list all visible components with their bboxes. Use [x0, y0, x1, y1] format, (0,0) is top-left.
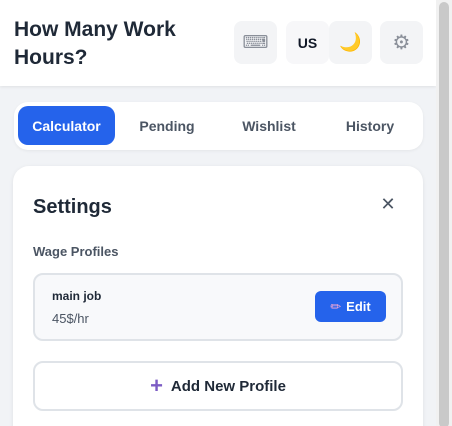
language-button[interactable]: US: [286, 21, 329, 64]
settings-title: Settings: [33, 196, 112, 218]
tab-pending[interactable]: Pending: [122, 106, 212, 145]
add-new-profile-button[interactable]: + Add New Profile: [33, 361, 403, 411]
wage-profiles-label: Wage Profiles: [33, 244, 119, 259]
app-title: How Many Work Hours?: [14, 18, 176, 69]
keyboard-button[interactable]: ⌨: [234, 21, 277, 64]
theme-toggle-button[interactable]: 🌙: [329, 21, 372, 64]
tab-wishlist[interactable]: Wishlist: [224, 106, 314, 145]
close-icon[interactable]: ✕: [377, 193, 399, 215]
settings-button[interactable]: ⚙: [380, 21, 423, 64]
edit-label: Edit: [346, 299, 371, 314]
settings-panel: Settings ✕ Wage Profiles main job 45$/hr…: [13, 166, 423, 426]
add-profile-label: Add New Profile: [170, 377, 286, 395]
tab-bar: Calculator Pending Wishlist History: [14, 102, 423, 150]
pencil-icon: ✏: [330, 298, 342, 314]
app-window: How Many Work Hours? ⌨ US 🌙 ⚙ Calculator…: [0, 0, 436, 426]
profile-rate: 45$/hr: [52, 311, 89, 326]
keyboard-icon: ⌨: [242, 32, 269, 52]
profile-name: main job: [52, 289, 102, 303]
moon-icon: 🌙: [339, 32, 362, 52]
edit-profile-button[interactable]: ✏ Edit: [315, 291, 386, 322]
scrollbar[interactable]: [436, 0, 452, 426]
wage-profile-card: main job 45$/hr ✏ Edit: [33, 273, 403, 341]
plus-icon: +: [150, 373, 163, 398]
app-header: How Many Work Hours? ⌨ US 🌙 ⚙: [0, 0, 436, 86]
scrollbar-thumb[interactable]: [439, 2, 449, 426]
tab-calculator[interactable]: Calculator: [18, 106, 115, 145]
tab-history[interactable]: History: [325, 106, 415, 145]
gear-icon: ⚙: [392, 32, 411, 54]
language-label: US: [297, 34, 318, 51]
